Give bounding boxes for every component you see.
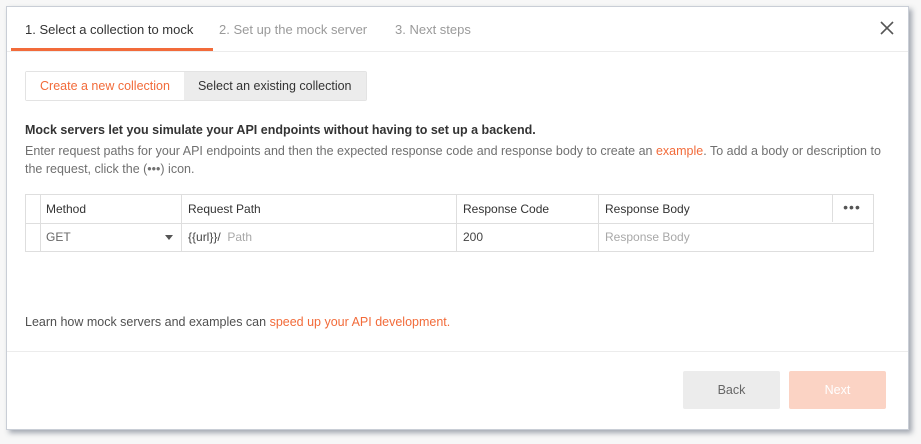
wizard-steps: 1. Select a collection to mock 2. Set up… [7,7,908,51]
create-new-collection-button[interactable]: Create a new collection [26,72,184,100]
intro-heading: Mock servers let you simulate your API e… [25,123,536,137]
tab-next-steps[interactable]: 3. Next steps [395,7,471,51]
path-placeholder: Path [227,230,253,244]
header-response-body: Response Body [605,202,690,216]
url-prefix: {{url}}/ [188,230,221,244]
collection-toggle: Create a new collection Select an existi… [25,71,367,101]
learn-more-text: Learn how mock servers and examples can [25,315,270,329]
speed-up-link[interactable]: speed up your API development. [270,315,451,329]
mock-server-dialog: 1. Select a collection to mock 2. Set up… [6,6,909,430]
table-col-divider [181,195,182,251]
tab-select-collection[interactable]: 1. Select a collection to mock [10,7,214,51]
more-options-icon[interactable]: ••• [832,195,872,223]
method-select[interactable]: GET [42,224,181,251]
learn-more-note: Learn how mock servers and examples can … [25,315,450,329]
table-col-divider [40,195,41,251]
tabs-divider [7,51,908,52]
next-button[interactable]: Next [789,371,886,409]
response-body-field[interactable]: Response Body [601,224,871,251]
header-request-path: Request Path [188,202,261,216]
header-method: Method [46,202,87,216]
tab-setup-mock-server[interactable]: 2. Set up the mock server [219,7,367,51]
response-code-field[interactable]: 200 [459,224,598,251]
table-col-divider [598,195,599,251]
request-path-field[interactable]: {{url}}/ Path [184,224,456,251]
back-button[interactable]: Back [683,371,780,409]
select-existing-collection-button[interactable]: Select an existing collection [183,72,366,100]
example-link[interactable]: example [656,144,703,158]
chevron-down-icon [165,235,173,240]
close-icon[interactable] [880,21,894,35]
table-col-divider [456,195,457,251]
header-response-code: Response Code [463,202,550,216]
desc-text-1: Enter request paths for your API endpoin… [25,144,656,158]
footer-divider [7,351,908,352]
intro-description: Enter request paths for your API endpoin… [25,142,891,178]
request-table: Method Request Path Response Code Respon… [25,194,874,252]
